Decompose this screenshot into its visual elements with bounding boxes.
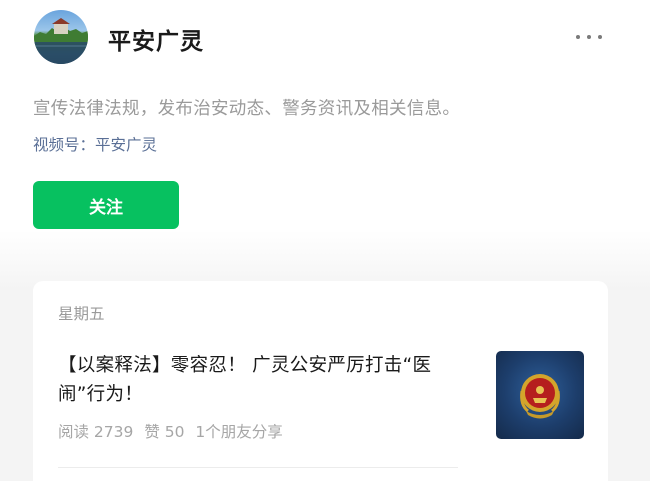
- dot: [598, 35, 602, 39]
- more-options-icon[interactable]: [572, 25, 606, 49]
- article-day: 星期五: [58, 305, 105, 323]
- like-count: 赞 50: [144, 423, 185, 441]
- police-emblem-icon: [520, 374, 560, 419]
- video-channel-link[interactable]: 视频号：平安广灵: [33, 133, 157, 155]
- share-count: 1个朋友分享: [195, 423, 283, 441]
- read-count: 阅读 2739: [58, 423, 134, 441]
- article-stats: 阅读 2739 赞 50 1个朋友分享: [58, 420, 289, 442]
- account-description: 宣传法律法规，发布治安动态、警务资讯及相关信息。: [33, 99, 461, 119]
- article-thumbnail[interactable]: [496, 351, 584, 439]
- account-name: 平安广灵: [108, 29, 204, 55]
- divider: [58, 467, 458, 468]
- account-avatar[interactable]: [34, 10, 88, 64]
- dot: [576, 35, 580, 39]
- follow-button[interactable]: 关注: [33, 181, 179, 229]
- article-title[interactable]: 【以案释法】零容忍！ 广灵公安严厉打击“医闹”行为！: [58, 351, 478, 409]
- dot: [587, 35, 591, 39]
- article-card: 星期五 【以案释法】零容忍！ 广灵公安严厉打击“医闹”行为！ 阅读 2739 赞…: [33, 281, 608, 501]
